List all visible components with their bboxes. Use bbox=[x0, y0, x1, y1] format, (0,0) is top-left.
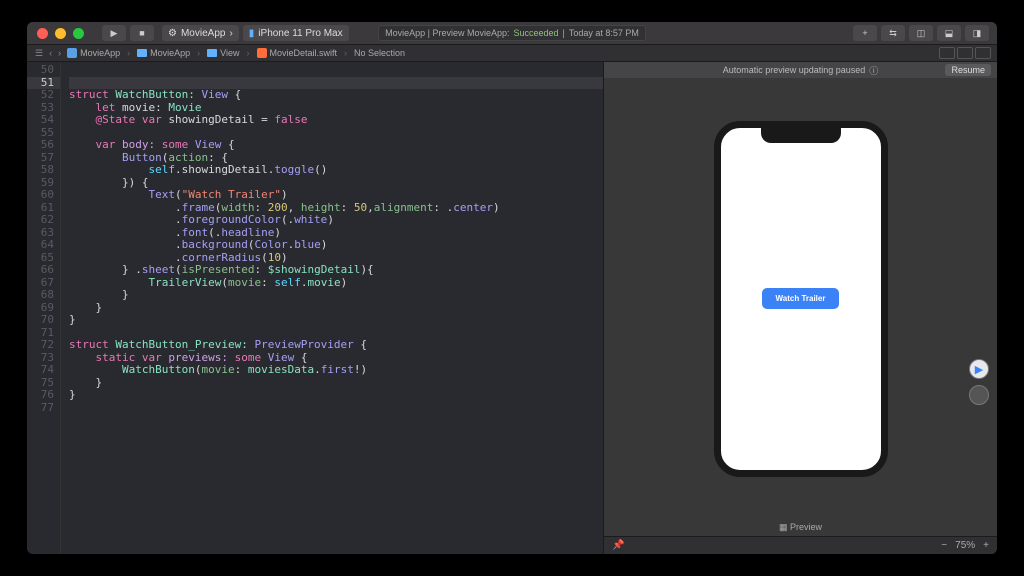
scheme-app: MovieApp bbox=[181, 28, 225, 39]
device-icon: ▮ bbox=[249, 28, 255, 39]
preview-pane: Automatic preview updating paused ⓘ Resu… bbox=[603, 62, 997, 554]
layout-left-button[interactable]: ◫ bbox=[909, 25, 933, 41]
zoom-bar: 📌 − 75% + bbox=[604, 536, 997, 554]
breadcrumb-right bbox=[939, 47, 997, 59]
zoom-in-button[interactable]: + bbox=[983, 540, 989, 551]
code-content[interactable]: struct WatchButton: View { let movie: Mo… bbox=[61, 62, 603, 554]
nav-back-icon[interactable]: ‹ bbox=[49, 48, 52, 58]
layout-right-button[interactable]: ◨ bbox=[965, 25, 989, 41]
stop-button[interactable]: ■ bbox=[130, 25, 154, 41]
minimize-icon[interactable] bbox=[55, 28, 66, 39]
preview-canvas[interactable]: Watch Trailer ▶ bbox=[604, 78, 997, 519]
code-review-button[interactable]: ⇆ bbox=[881, 25, 905, 41]
crumb-file[interactable]: MovieDetail.swift bbox=[257, 48, 338, 58]
info-icon[interactable]: ⓘ bbox=[869, 64, 878, 77]
swift-file-icon bbox=[257, 48, 267, 58]
nav-forward-icon[interactable]: › bbox=[58, 48, 61, 58]
chevron-right-icon: › bbox=[229, 28, 232, 39]
code-editor[interactable]: 50 51 5253545556575859606162636465666768… bbox=[27, 62, 603, 554]
assistant-layout-icon[interactable] bbox=[939, 47, 955, 59]
scheme-device: iPhone 11 Pro Max bbox=[258, 28, 342, 39]
crumb-group[interactable]: MovieApp bbox=[137, 48, 190, 58]
preview-banner: Automatic preview updating paused ⓘ Resu… bbox=[604, 62, 997, 78]
layout-bottom-button[interactable]: ⬓ bbox=[937, 25, 961, 41]
pin-icon[interactable]: 📌 bbox=[612, 540, 624, 551]
status-result: Succeeded bbox=[513, 28, 558, 38]
preview-caption: ▦ Preview bbox=[604, 519, 997, 536]
close-icon[interactable] bbox=[37, 28, 48, 39]
preview-controls: ▶ bbox=[969, 359, 989, 405]
line-gutter: 50 51 5253545556575859606162636465666768… bbox=[27, 62, 61, 554]
device-notch bbox=[761, 127, 841, 143]
resume-button[interactable]: Resume bbox=[945, 64, 991, 76]
titlebar: ▶ ■ ⚙ MovieApp › ▮ iPhone 11 Pro Max Mov… bbox=[27, 22, 997, 44]
folder-icon bbox=[137, 49, 147, 57]
minimap-icon[interactable] bbox=[957, 47, 973, 59]
traffic-lights bbox=[27, 28, 84, 39]
breadcrumb: ☰ ‹ › MovieApp MovieApp View MovieDetail… bbox=[27, 44, 997, 62]
device-frame: Watch Trailer bbox=[714, 121, 888, 477]
zoom-icon[interactable] bbox=[73, 28, 84, 39]
run-controls: ▶ ■ bbox=[102, 25, 154, 41]
preview-icon: ▦ bbox=[779, 522, 790, 532]
run-button[interactable]: ▶ bbox=[102, 25, 126, 41]
add-button[interactable]: + bbox=[853, 25, 877, 41]
sidebar-toggle-icon[interactable]: ☰ bbox=[35, 48, 43, 59]
add-editor-icon[interactable] bbox=[975, 47, 991, 59]
preview-settings-button[interactable] bbox=[969, 385, 989, 405]
crumb-folder[interactable]: View bbox=[207, 48, 239, 58]
folder-icon bbox=[207, 49, 217, 57]
scheme-selector[interactable]: ⚙ MovieApp › ▮ iPhone 11 Pro Max bbox=[162, 25, 349, 41]
main-split: 50 51 5253545556575859606162636465666768… bbox=[27, 62, 997, 554]
watch-trailer-button[interactable]: Watch Trailer bbox=[762, 288, 840, 309]
crumb-symbol[interactable]: No Selection bbox=[354, 48, 405, 58]
status-time: Today at 8:57 PM bbox=[569, 28, 639, 38]
zoom-out-button[interactable]: − bbox=[941, 540, 947, 551]
status-prefix: MovieApp | Preview MovieApp: bbox=[385, 28, 509, 38]
xcode-window: ▶ ■ ⚙ MovieApp › ▮ iPhone 11 Pro Max Mov… bbox=[27, 22, 997, 554]
titlebar-right: + ⇆ ◫ ⬓ ◨ bbox=[853, 25, 989, 41]
banner-text: Automatic preview updating paused bbox=[723, 65, 866, 75]
live-preview-button[interactable]: ▶ bbox=[969, 359, 989, 379]
project-icon bbox=[67, 48, 77, 58]
app-icon: ⚙ bbox=[168, 28, 177, 39]
build-status: MovieApp | Preview MovieApp: Succeeded |… bbox=[378, 25, 646, 41]
zoom-value: 75% bbox=[955, 540, 975, 551]
crumb-project[interactable]: MovieApp bbox=[67, 48, 120, 58]
